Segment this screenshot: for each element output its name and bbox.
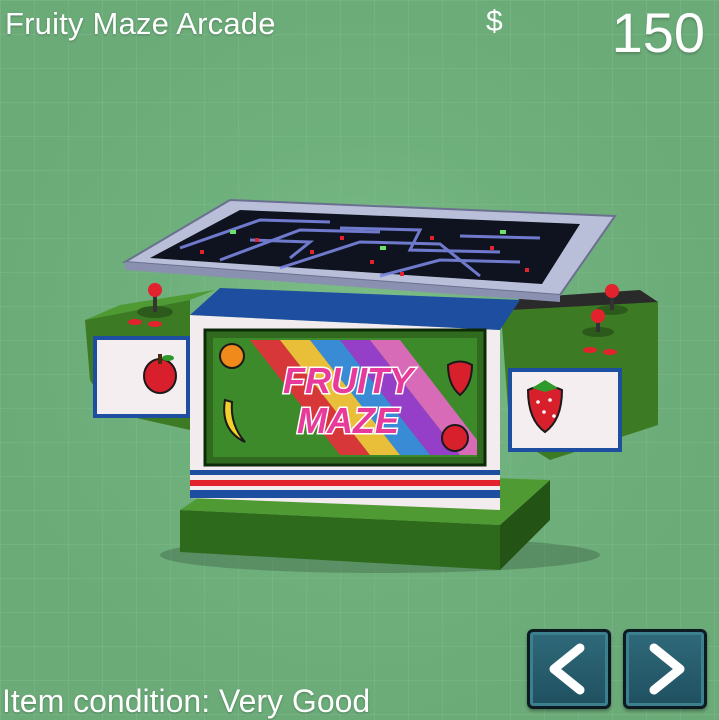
marquee-line1: FRUITY xyxy=(283,360,416,401)
arcade-cabinet-model: FRUITY MAZE xyxy=(85,198,658,573)
item-title: Fruity Maze Arcade xyxy=(5,6,276,41)
chevron-right-icon xyxy=(649,643,685,695)
next-item-button[interactable] xyxy=(623,629,707,709)
item-condition: Item condition: Very Good xyxy=(2,683,371,719)
orange-icon xyxy=(219,343,245,369)
marquee-line2: MAZE xyxy=(297,400,400,441)
marquee-panel: FRUITY MAZE xyxy=(203,328,487,467)
right-side-panel xyxy=(508,368,622,452)
currency-symbol: $ xyxy=(486,5,503,38)
prev-item-button[interactable] xyxy=(527,629,611,709)
coin-balance: 150 xyxy=(611,1,705,64)
chevron-left-icon xyxy=(549,643,585,695)
apple-small-icon xyxy=(441,424,469,452)
maze-screen xyxy=(121,198,617,302)
